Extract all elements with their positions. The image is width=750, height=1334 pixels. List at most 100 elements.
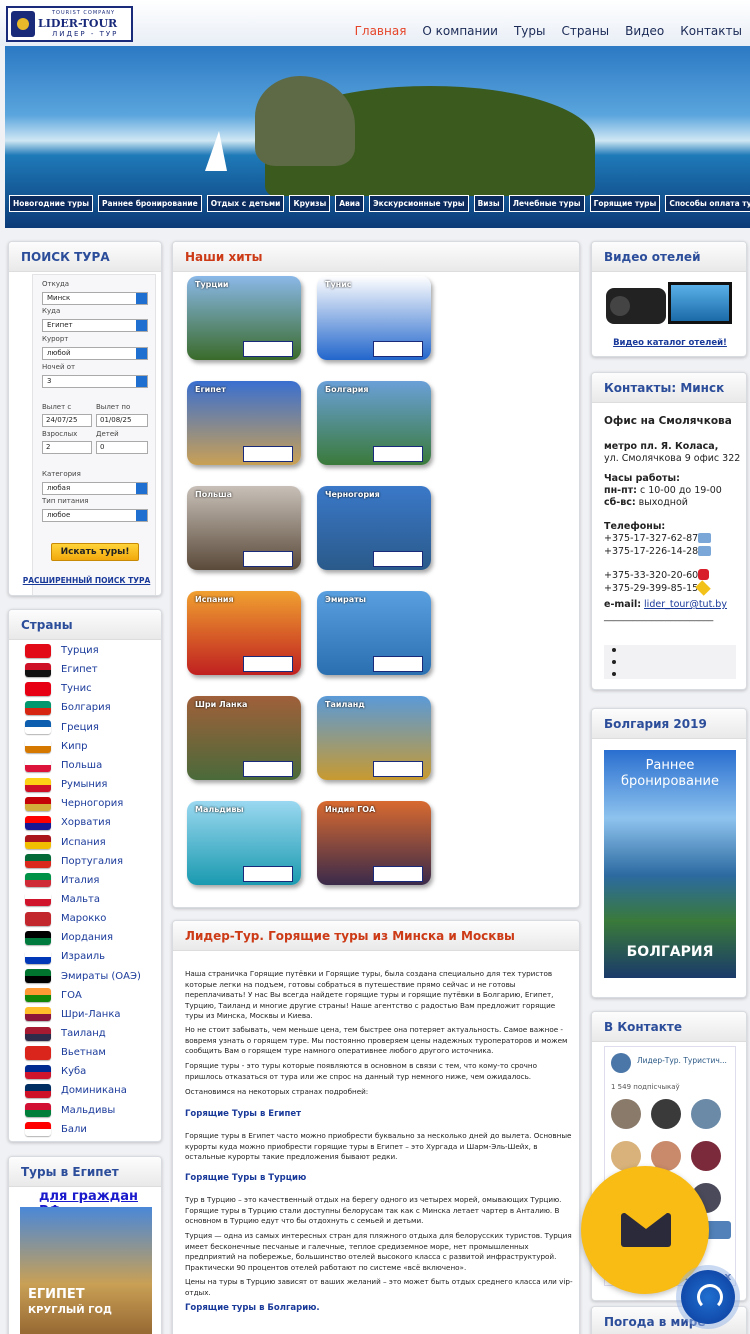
country-item[interactable]: Таиланд — [25, 1024, 106, 1043]
hit-tour-card[interactable]: Турции — [187, 276, 301, 360]
country-item[interactable]: Вьетнам — [25, 1043, 106, 1062]
children-select[interactable]: 0 — [96, 441, 148, 454]
email-link[interactable]: lider_tour@tut.by — [644, 599, 727, 610]
sailboat-image — [205, 131, 227, 171]
from-select[interactable]: Минск — [42, 292, 148, 305]
site-logo[interactable]: TOURIST COMPANY LIDER-TOUR ЛИДЕР - ТУР — [6, 6, 133, 42]
bulgaria-banner-line2: бронирование — [621, 774, 719, 789]
country-item[interactable]: Румыния — [25, 775, 107, 794]
country-name: Иордания — [61, 932, 114, 944]
bnav-avia[interactable]: Авиа — [335, 195, 365, 212]
nav-home[interactable]: Главная — [355, 24, 407, 38]
country-item[interactable]: Мальта — [25, 890, 100, 909]
phone-4[interactable]: +375-29-399-85-15 — [604, 583, 698, 595]
country-item[interactable]: Иордания — [25, 928, 113, 947]
to-select[interactable]: Египет — [42, 319, 148, 332]
country-item[interactable]: Тунис — [25, 679, 92, 698]
vk-member-avatar[interactable] — [611, 1099, 641, 1129]
category-select[interactable]: любая — [42, 482, 148, 495]
nav-video[interactable]: Видео — [625, 24, 664, 38]
hit-logo-badge-icon — [373, 656, 423, 672]
metro-station: метро пл. Я. Коласа, — [604, 441, 719, 452]
hit-tour-card[interactable]: Египет — [187, 381, 301, 465]
nights-select[interactable]: 3 — [42, 375, 148, 388]
nav-about[interactable]: О компании — [422, 24, 498, 38]
nav-countries[interactable]: Страны — [562, 24, 610, 38]
email-label: e-mail: — [604, 599, 642, 610]
nav-contacts[interactable]: Контакты — [680, 24, 742, 38]
hit-tour-card[interactable]: Болгария — [317, 381, 431, 465]
hit-tour-label: Индия ГОА — [325, 805, 376, 814]
hit-tour-card[interactable]: Эмираты — [317, 591, 431, 675]
country-item[interactable]: Шри-Ланка — [25, 1005, 121, 1024]
country-item[interactable]: Мальдивы — [25, 1101, 115, 1120]
search-tours-button[interactable]: Искать туры! — [51, 543, 139, 561]
bnav-visas[interactable]: Визы — [473, 195, 504, 212]
hit-tour-card[interactable]: Таиланд — [317, 696, 431, 780]
mail-floating-button[interactable] — [581, 1166, 709, 1294]
hit-tour-card[interactable]: Тунис — [317, 276, 431, 360]
country-item[interactable]: Турция — [25, 641, 99, 660]
bulgaria-banner-line1: Раннее — [645, 758, 695, 773]
vk-member-avatar[interactable] — [691, 1141, 721, 1171]
country-item[interactable]: Куба — [25, 1062, 86, 1081]
hit-tour-card[interactable]: Испания — [187, 591, 301, 675]
country-item[interactable]: Кипр — [25, 737, 87, 756]
article-heading-egypt[interactable]: Горящие Туры в Египет — [185, 1109, 301, 1120]
country-item[interactable]: Египет — [25, 660, 98, 679]
phone-1[interactable]: +375-17-327-62-87 — [604, 533, 698, 545]
hours-weekdays-label: пн-пт: — [604, 485, 637, 496]
egypt-poster[interactable]: ЕГИПЕТ КРУГЛЫЙ ГОД — [20, 1207, 152, 1334]
vk-member-avatar[interactable] — [651, 1099, 681, 1129]
vk-group-name[interactable]: Лидер-Тур. Туристич... — [637, 1056, 727, 1065]
bnav-family[interactable]: Отдых с детьми — [206, 195, 285, 212]
country-item[interactable]: Марокко — [25, 909, 106, 928]
country-item[interactable]: Израиль — [25, 947, 105, 966]
country-item[interactable]: Бали — [25, 1120, 87, 1139]
advanced-search-link[interactable]: РАСШИРЕННЫЙ ПОИСК ТУРА — [9, 576, 161, 585]
country-item[interactable]: Португалия — [25, 852, 123, 871]
article-heading-bulgaria[interactable]: Горящие туры в Болгарию. — [185, 1303, 320, 1314]
bullet-icon — [612, 672, 616, 676]
camcorder-icon[interactable] — [606, 278, 734, 336]
country-item[interactable]: Хорватия — [25, 813, 111, 832]
hit-tour-card[interactable]: Черногория — [317, 486, 431, 570]
country-item[interactable]: Эмираты (ОАЭ) — [25, 967, 141, 986]
country-item[interactable]: Доминикана — [25, 1081, 127, 1100]
country-item[interactable]: ГОА — [25, 986, 82, 1005]
bnav-excursions[interactable]: Экскурсионные туры — [369, 195, 469, 212]
video-catalog-link[interactable]: Видео каталог отелей! — [592, 338, 746, 348]
phone-2[interactable]: +375-17-226-14-28 — [604, 546, 698, 558]
country-item[interactable]: Испания — [25, 833, 106, 852]
bnav-new-year[interactable]: Новогодние туры — [9, 195, 93, 212]
bnav-medical[interactable]: Лечебные туры — [508, 195, 585, 212]
country-item[interactable]: Греция — [25, 718, 99, 737]
bnav-cruises[interactable]: Круизы — [289, 195, 331, 212]
country-flag-icon — [25, 700, 51, 715]
country-item[interactable]: Польша — [25, 756, 102, 775]
article-heading-turkey[interactable]: Горящие Туры в Турцию — [185, 1173, 306, 1184]
egypt-poster-title: ЕГИПЕТ — [28, 1287, 85, 1302]
resort-select[interactable]: любой — [42, 347, 148, 360]
hit-tour-card[interactable]: Индия ГОА — [317, 801, 431, 885]
support-chat-button[interactable] — [681, 1270, 735, 1324]
country-item[interactable]: Черногория — [25, 794, 123, 813]
meal-select[interactable]: любое — [42, 509, 148, 522]
hit-tour-card[interactable]: Мальдивы — [187, 801, 301, 885]
hit-tour-card[interactable]: Шри Ланка — [187, 696, 301, 780]
depart-to-input[interactable]: 01/08/25 — [96, 414, 148, 427]
hit-tour-card[interactable]: Польша — [187, 486, 301, 570]
bnav-payment[interactable]: Способы оплата тура — [665, 195, 750, 212]
bnav-hot-tours[interactable]: Горящие туры — [589, 195, 661, 212]
phone-3[interactable]: +375-33-320-20-60 — [604, 570, 698, 582]
country-item[interactable]: Болгария — [25, 698, 111, 717]
vk-group-avatar[interactable] — [611, 1053, 631, 1073]
vk-member-avatar[interactable] — [691, 1099, 721, 1129]
adults-select[interactable]: 2 — [42, 441, 92, 454]
country-item[interactable]: Италия — [25, 871, 99, 890]
nav-tours[interactable]: Туры — [514, 24, 546, 38]
bnav-early-booking[interactable]: Раннее бронирование — [97, 195, 202, 212]
bulgaria-banner[interactable]: Раннее бронирование БОЛГАРИЯ — [604, 750, 736, 978]
bullet-icon — [612, 660, 616, 664]
depart-from-input[interactable]: 24/07/25 — [42, 414, 92, 427]
